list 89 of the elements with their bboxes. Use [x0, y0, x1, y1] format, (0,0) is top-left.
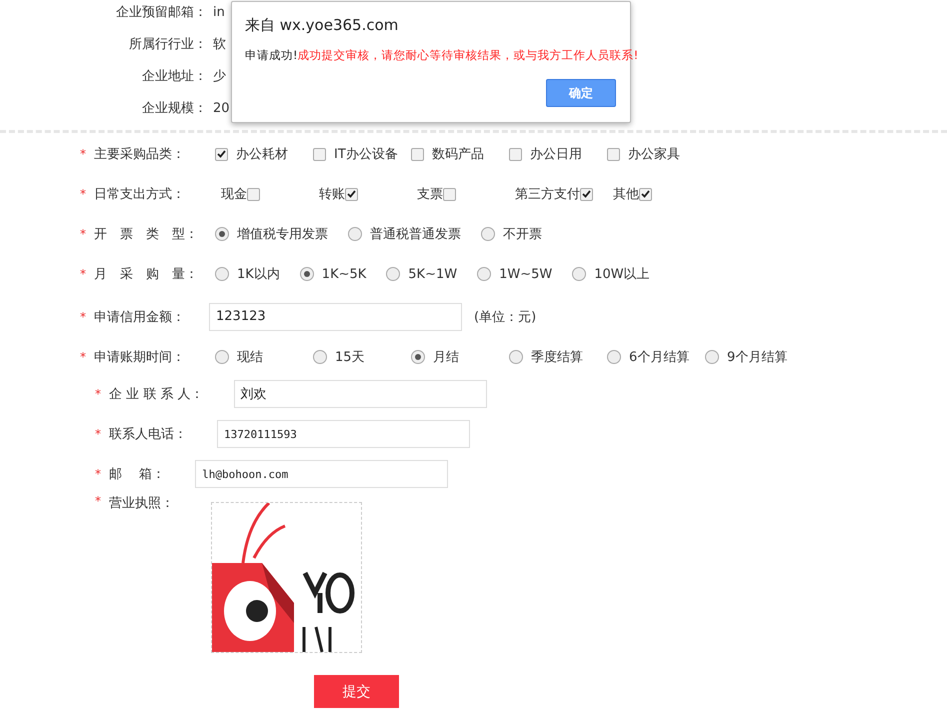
radio-option[interactable]: 10W以上: [572, 265, 650, 283]
radio-option[interactable]: 普通税普通发票: [348, 225, 461, 243]
dialog-message: 申请成功!: [245, 48, 298, 63]
radio-option[interactable]: 月结: [411, 348, 509, 366]
radio-button[interactable]: [481, 227, 495, 241]
radio-button[interactable]: [705, 350, 719, 364]
checkbox-option[interactable]: 现金: [221, 185, 319, 203]
check-icon: [582, 190, 591, 198]
field-label: 开 票 类 型：: [94, 226, 199, 243]
input-field[interactable]: 刘欢: [234, 380, 487, 408]
checkbox-option[interactable]: 支票: [417, 185, 515, 203]
radio-option[interactable]: 增值税专用发票: [215, 225, 328, 243]
field-label: 邮 箱：: [109, 466, 166, 483]
info-label: 企业地址：: [141, 68, 207, 85]
radio-button[interactable]: [607, 350, 621, 364]
field-label: 申请信用金额：: [94, 308, 186, 326]
required-mark: *: [80, 310, 87, 324]
radio-option[interactable]: 1K以内: [215, 265, 280, 283]
required-mark: *: [80, 350, 87, 364]
radio-button[interactable]: [300, 267, 314, 281]
radio-button[interactable]: [386, 267, 400, 281]
radio-button[interactable]: [348, 227, 362, 241]
radio-option[interactable]: 15天: [313, 348, 411, 366]
checkbox-option[interactable]: 办公家具: [607, 145, 705, 163]
required-mark: *: [80, 187, 87, 201]
required-mark: *: [95, 387, 102, 401]
info-value: 少: [213, 68, 226, 85]
checkbox-option[interactable]: 办公日用: [509, 145, 607, 163]
radio-button[interactable]: [572, 267, 586, 281]
submit-button[interactable]: 提交: [314, 675, 399, 708]
radio-option[interactable]: 6个月结算: [607, 348, 705, 366]
required-mark: *: [80, 227, 87, 241]
checkbox[interactable]: [411, 148, 424, 160]
info-label: 企业预留邮箱：: [115, 4, 207, 21]
info-label: 所属行行业：: [128, 36, 207, 53]
radio-option[interactable]: 现结: [215, 348, 313, 366]
radio-button[interactable]: [215, 267, 229, 281]
field-label: 日常支出方式：: [94, 186, 186, 203]
radio-button[interactable]: [215, 350, 229, 364]
radio-button[interactable]: [509, 350, 523, 364]
unit-label: (单位：元): [474, 308, 536, 326]
field-label: 企 业 联 系 人：: [109, 386, 204, 403]
input-field[interactable]: 123123: [209, 302, 462, 330]
radio-button[interactable]: [411, 350, 425, 364]
checkbox-option[interactable]: IT办公设备: [313, 145, 411, 163]
checkbox-option[interactable]: 其他: [613, 185, 711, 203]
checkbox[interactable]: [313, 148, 326, 160]
checkbox[interactable]: [443, 188, 456, 200]
check-icon: [347, 190, 356, 198]
input-field[interactable]: lh@bohoon.com: [195, 460, 448, 488]
field-label: 主要采购品类：: [94, 146, 186, 163]
required-mark: *: [80, 147, 87, 161]
radio-button[interactable]: [313, 350, 327, 364]
field-label: 营业执照：: [109, 495, 174, 512]
radio-option[interactable]: 1W~5W: [477, 266, 552, 282]
radio-option[interactable]: 不开票: [481, 225, 542, 243]
checkbox-option[interactable]: 转账: [319, 185, 417, 203]
info-value: in: [213, 4, 225, 20]
required-mark: *: [95, 467, 102, 481]
required-mark: *: [80, 267, 87, 281]
info-label: 企业规模：: [141, 100, 207, 117]
checkbox[interactable]: [607, 148, 620, 160]
checkbox[interactable]: [639, 188, 652, 200]
input-field[interactable]: 13720111593: [217, 420, 470, 448]
check-icon: [217, 150, 226, 158]
checkbox-option[interactable]: 办公耗材: [215, 145, 313, 163]
checkbox[interactable]: [215, 148, 228, 160]
checkbox-option[interactable]: 数码产品: [411, 145, 509, 163]
checkbox[interactable]: [509, 148, 522, 160]
radio-option[interactable]: 季度结算: [509, 348, 607, 366]
checkbox[interactable]: [247, 188, 260, 200]
info-value: 20: [213, 100, 230, 116]
radio-option[interactable]: 9个月结算: [705, 348, 803, 366]
checkbox[interactable]: [345, 188, 358, 200]
dialog-title: 来自 wx.yoe365.com: [245, 16, 400, 35]
checkbox[interactable]: [580, 188, 593, 200]
info-value: 软: [213, 36, 226, 53]
checkbox-option[interactable]: 第三方支付: [515, 185, 613, 203]
field-label: 月 采 购 量：: [94, 266, 199, 283]
radio-button[interactable]: [215, 227, 229, 241]
field-label: 申请账期时间：: [94, 348, 186, 366]
radio-button[interactable]: [477, 267, 492, 281]
dialog-detail: 成功提交审核，请您耐心等待审核结果，或与我方工作人员联系!: [298, 48, 638, 63]
check-icon: [641, 190, 650, 198]
field-label: 联系人电话：: [109, 426, 187, 443]
radio-option[interactable]: 1K~5K: [300, 266, 366, 282]
radio-option[interactable]: 5K~1W: [386, 266, 458, 282]
required-mark: *: [95, 494, 102, 508]
required-mark: *: [95, 427, 102, 441]
